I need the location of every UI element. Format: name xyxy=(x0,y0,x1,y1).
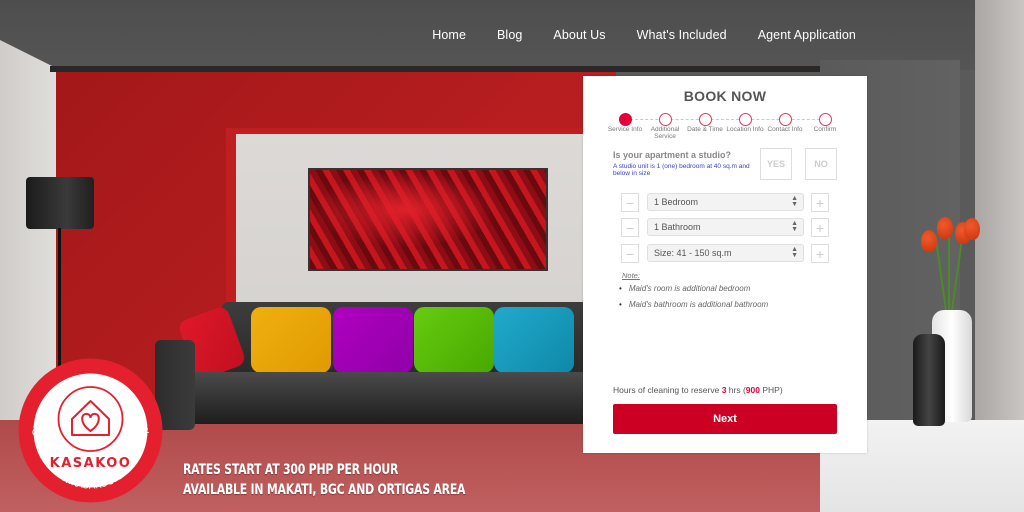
step-dot xyxy=(778,113,792,126)
main-nav: Home Blog About Us What's Included Agent… xyxy=(401,28,856,42)
step-dot xyxy=(818,113,832,126)
select-arrows-icon: ▲ ▼ xyxy=(791,220,798,233)
lamp-pole xyxy=(58,228,61,368)
nav-whats-included[interactable]: What's Included xyxy=(637,28,727,42)
right-side-wall xyxy=(975,0,1024,430)
price-value: 900 xyxy=(745,385,760,395)
pillow-yellow xyxy=(251,307,331,373)
size-decrement-button[interactable]: − xyxy=(621,244,639,263)
tulip-flower xyxy=(964,218,980,240)
note-item: Maid's bathroom is additional bathroom xyxy=(619,300,768,309)
bedroom-row: − 1 Bedroom ▲ ▼ + xyxy=(621,193,831,212)
nav-home[interactable]: Home xyxy=(432,28,466,42)
studio-no-button[interactable]: NO xyxy=(805,148,837,180)
booking-title: BOOK NOW xyxy=(683,88,767,104)
select-arrows-icon: ▲ ▼ xyxy=(791,195,798,208)
hours-prefix: Hours of cleaning to reserve xyxy=(613,385,720,395)
step-dot-active xyxy=(618,113,632,126)
next-button[interactable]: Next xyxy=(613,404,837,434)
hours-summary: Hours of cleaning to reserve 3 hrs (900 … xyxy=(613,385,783,395)
tulip-stem xyxy=(948,225,950,315)
wall-painting xyxy=(308,168,548,271)
booking-stepper: Service Info Additional Service Date & T… xyxy=(605,113,845,143)
nav-blog[interactable]: Blog xyxy=(497,28,522,42)
step-confirm[interactable]: Confirm xyxy=(802,113,848,134)
studio-question: Is your apartment a studio? xyxy=(613,150,732,160)
promo-line-rates: RATES START AT 300 PHP PER HOUR xyxy=(183,462,399,478)
step-dot xyxy=(698,113,712,126)
tulip-flower xyxy=(937,217,953,239)
select-arrows-icon: ▲ ▼ xyxy=(791,246,798,259)
kasakoo-logo[interactable]: A CLEAN HOME JUST CLICKS AWAY WWW.KASAKO… xyxy=(13,349,164,504)
studio-note: A studio unit is 1 (one) bedroom at 40 s… xyxy=(613,163,750,177)
tulip-flower xyxy=(921,230,937,252)
hours-unit: hrs ( xyxy=(728,385,746,395)
studio-yes-button[interactable]: YES xyxy=(760,148,792,180)
hours-value: 3 xyxy=(721,385,727,395)
step-dot xyxy=(738,113,752,126)
bedroom-increment-button[interactable]: + xyxy=(811,193,829,212)
step-label: Confirm xyxy=(813,126,837,133)
bathroom-increment-button[interactable]: + xyxy=(811,218,829,237)
bedroom-select[interactable]: 1 Bedroom ▲ ▼ xyxy=(647,193,804,211)
bathroom-select-value: 1 Bathroom xyxy=(654,222,701,232)
size-increment-button[interactable]: + xyxy=(811,244,829,263)
nav-about-us[interactable]: About Us xyxy=(553,28,605,42)
bathroom-decrement-button[interactable]: − xyxy=(621,218,639,237)
size-select-value: Size: 41 - 150 sq.m xyxy=(654,248,732,258)
pillow-purple xyxy=(333,307,413,373)
bathroom-select[interactable]: 1 Bathroom ▲ ▼ xyxy=(647,218,804,236)
promo-tagline: RATES START AT 300 PHP PER HOUR AVAILABL… xyxy=(183,460,466,500)
note-label: Note: xyxy=(622,271,640,280)
vase-black xyxy=(913,334,945,426)
pillow-green xyxy=(414,307,494,373)
size-row: − Size: 41 - 150 sq.m ▲ ▼ + xyxy=(621,244,831,263)
step-dot xyxy=(658,113,672,126)
ceiling-edge xyxy=(50,66,830,72)
bedroom-decrement-button[interactable]: − xyxy=(621,193,639,212)
promo-line-areas: AVAILABLE IN MAKATI, BGC AND ORTIGAS ARE… xyxy=(183,482,466,498)
booking-card: BOOK NOW Service Info Additional Service… xyxy=(583,76,867,453)
nav-agent-application[interactable]: Agent Application xyxy=(758,28,856,42)
note-list: Maid's room is additional bedroom Maid's… xyxy=(619,284,768,316)
note-item: Maid's room is additional bedroom xyxy=(619,284,768,293)
pillow-blue xyxy=(494,307,574,373)
sofa-seat xyxy=(177,372,597,424)
size-select[interactable]: Size: 41 - 150 sq.m ▲ ▼ xyxy=(647,244,804,262)
price-unit: PHP) xyxy=(762,385,783,395)
bedroom-select-value: 1 Bedroom xyxy=(654,197,699,207)
logo-badge-icon: A CLEAN HOME JUST CLICKS AWAY WWW.KASAKO… xyxy=(13,349,163,503)
bathroom-row: − 1 Bathroom ▲ ▼ + xyxy=(621,218,831,237)
logo-brand-name: KASAKOO xyxy=(50,456,132,471)
lamp-shade xyxy=(26,177,94,229)
